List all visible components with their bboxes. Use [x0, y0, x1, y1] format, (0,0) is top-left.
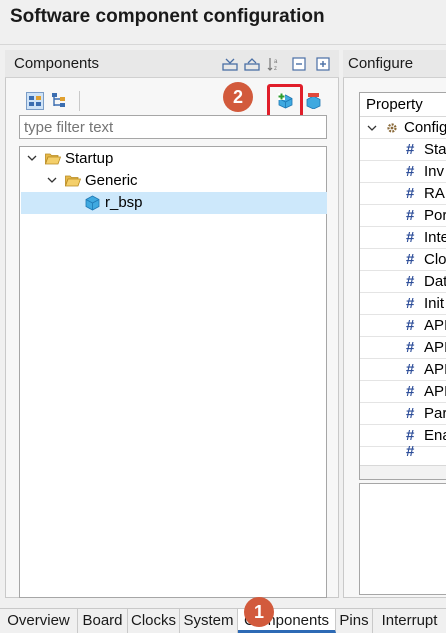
hash-icon: #	[406, 229, 415, 246]
property-row[interactable]: # Init	[360, 293, 446, 315]
property-row[interactable]: # API	[360, 359, 446, 381]
hash-icon: #	[406, 361, 415, 378]
tab-interrupt[interactable]: Interrupt	[373, 609, 446, 633]
callout-badge-2: 2	[223, 82, 253, 112]
svg-text:z: z	[274, 66, 277, 72]
property-row[interactable]: # Dat	[360, 271, 446, 293]
chevron-down-icon[interactable]	[47, 175, 57, 185]
property-row[interactable]: # Clo	[360, 249, 446, 271]
tab-clocks[interactable]: Clocks	[128, 609, 180, 633]
tree-item-r-bsp[interactable]: r_bsp	[21, 192, 327, 214]
property-row-partial: #	[360, 443, 446, 460]
hash-icon: #	[406, 251, 415, 268]
collapse-all-icon[interactable]	[222, 57, 238, 71]
hash-icon: #	[406, 317, 415, 334]
component-icon	[85, 195, 100, 211]
svg-text:a: a	[274, 59, 278, 65]
property-row[interactable]: # Por	[360, 205, 446, 227]
hash-icon: #	[406, 405, 415, 422]
filter-input[interactable]	[19, 115, 327, 139]
view-by-hierarchy-icon[interactable]	[50, 92, 68, 110]
hash-icon: #	[406, 273, 415, 290]
tree-item-label: Startup	[65, 150, 114, 167]
hash-icon: #	[406, 383, 415, 400]
property-root-label: Config	[404, 119, 446, 136]
hash-icon: #	[406, 443, 415, 460]
property-row[interactable]: # Sta	[360, 139, 446, 161]
toolbar-separator	[79, 91, 80, 111]
folder-open-icon	[65, 175, 81, 187]
components-panel-title: Components	[14, 55, 100, 72]
property-root-row[interactable]: Config	[360, 117, 446, 139]
hash-icon: #	[406, 185, 415, 202]
window-title: Software component configuration	[10, 6, 325, 27]
title-divider	[0, 44, 446, 45]
folder-open-icon	[45, 153, 61, 165]
hash-icon: #	[406, 295, 415, 312]
tab-pins[interactable]: Pins	[336, 609, 373, 633]
tree-item-label: r_bsp	[105, 194, 143, 211]
expand-all-icon[interactable]	[244, 57, 260, 71]
property-row[interactable]: # Inv	[360, 161, 446, 183]
gear-icon	[387, 123, 397, 133]
horizontal-scrollbar[interactable]	[360, 465, 446, 479]
remove-component-icon[interactable]	[305, 92, 322, 109]
sort-alpha-icon[interactable]: a z	[267, 56, 283, 72]
property-description-area	[359, 483, 446, 595]
tab-system[interactable]: System	[180, 609, 238, 633]
minimize-icon[interactable]	[292, 57, 306, 71]
tab-overview[interactable]: Overview	[0, 609, 78, 633]
property-row[interactable]: #RAI	[360, 183, 446, 205]
components-tree: Startup Generic r_bsp	[19, 146, 327, 598]
tree-item-generic[interactable]: Generic	[21, 170, 327, 192]
property-row[interactable]: # API	[360, 381, 446, 403]
property-row[interactable]: # API	[360, 315, 446, 337]
view-by-category-icon[interactable]	[26, 92, 44, 110]
hash-icon: #	[406, 339, 415, 356]
tab-board[interactable]: Board	[78, 609, 128, 633]
chevron-down-icon[interactable]	[367, 123, 377, 133]
maximize-icon[interactable]	[316, 57, 330, 71]
callout-badge-1: 1	[244, 597, 274, 627]
property-row[interactable]: # Par	[360, 403, 446, 425]
property-row[interactable]: #Inte	[360, 227, 446, 249]
tree-item-label: Generic	[85, 172, 138, 189]
property-row[interactable]: # API	[360, 337, 446, 359]
hash-icon: #	[406, 207, 415, 224]
configure-panel-title: Configure	[348, 55, 414, 72]
tree-item-startup[interactable]: Startup	[21, 148, 327, 170]
property-row[interactable]: #Ena	[360, 425, 446, 447]
property-table: Property Config #Sta #Inv #RAI #Por #Int…	[359, 92, 446, 480]
property-column-header: Property	[360, 93, 446, 117]
hash-icon: #	[406, 163, 415, 180]
chevron-down-icon[interactable]	[27, 153, 37, 163]
hash-icon: #	[406, 141, 415, 158]
